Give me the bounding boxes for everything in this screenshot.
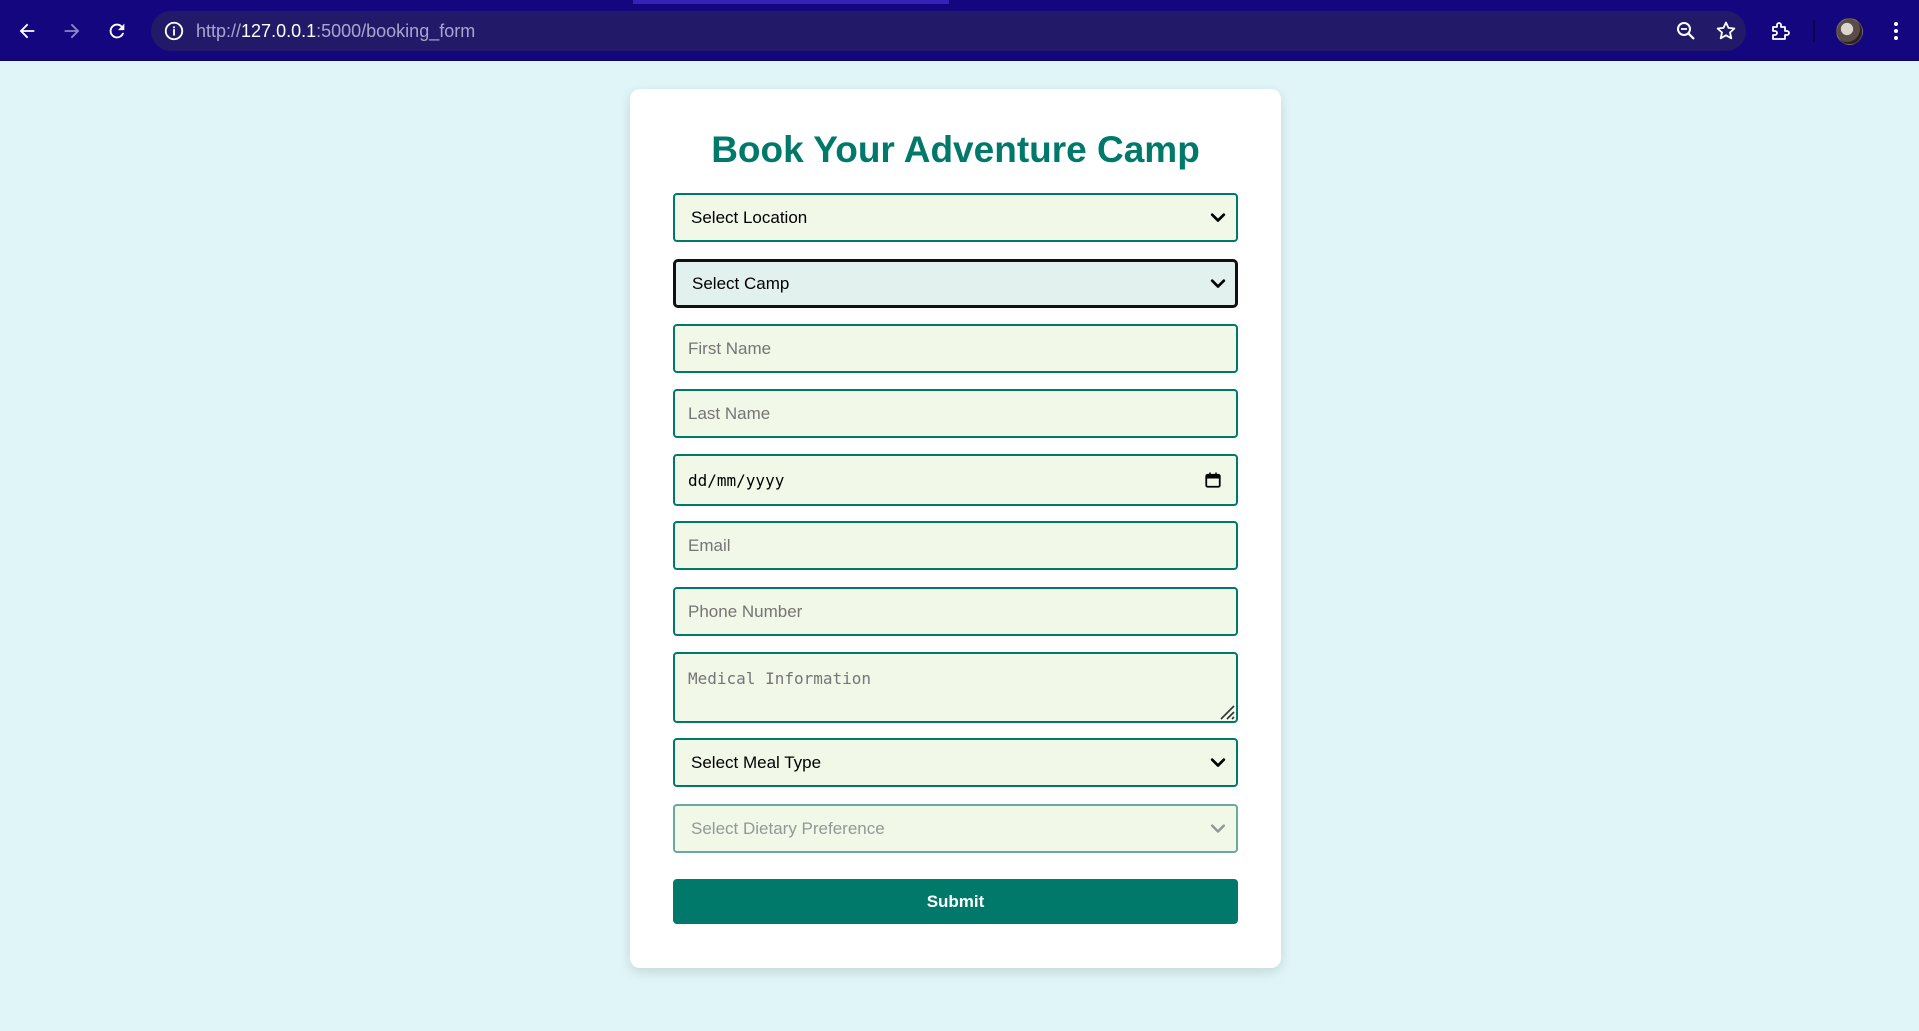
date-input[interactable]: dd/mm/yyyy [673,454,1238,506]
last-name-placeholder: Last Name [688,403,771,423]
date-placeholder: dd/mm/yyyy [688,470,785,490]
site-info-icon[interactable] [163,20,185,42]
url-path: :5000/booking_form [316,21,476,41]
camp-select-value: Select Camp [692,273,790,293]
browser-toolbar: http://127.0.0.1:5000/booking_form [0,0,1919,61]
first-name-input[interactable]: First Name [673,324,1238,373]
chevron-down-icon [1210,279,1226,288]
extensions-icon[interactable] [1769,19,1793,43]
back-arrow-icon [19,23,35,39]
url-scheme: http:// [196,21,242,41]
resize-handle-icon[interactable] [1219,704,1235,720]
url-host: 127.0.0.1 [241,21,317,41]
first-name-placeholder: First Name [688,338,772,358]
bookmark-star-icon[interactable] [1714,19,1738,43]
camp-select[interactable]: Select Camp [673,259,1238,308]
reload-button[interactable] [101,15,133,47]
forward-button[interactable] [56,15,88,47]
dietary-preference-select[interactable]: Select Dietary Preference [673,804,1238,853]
url-text[interactable]: http://127.0.0.1:5000/booking_form [196,21,475,42]
booking-form-card: Book Your Adventure Camp Select Location… [630,89,1281,968]
kebab-menu-icon[interactable] [1884,19,1908,43]
calendar-icon[interactable] [1204,471,1222,489]
forward-arrow-icon [64,23,80,39]
back-button[interactable] [11,15,43,47]
email-input[interactable]: Email [673,521,1238,570]
chevron-down-icon [1210,213,1226,222]
meal-type-select[interactable]: Select Meal Type [673,738,1238,787]
chevron-down-icon [1210,824,1226,833]
toolbar-divider [1813,20,1815,42]
email-placeholder: Email [688,535,731,555]
dietary-preference-select-value: Select Dietary Preference [691,818,885,838]
submit-button[interactable]: Submit [673,879,1238,924]
phone-input[interactable]: Phone Number [673,587,1238,636]
reload-icon [109,23,125,39]
last-name-input[interactable]: Last Name [673,389,1238,438]
form-title: Book Your Adventure Camp [711,129,1200,170]
meal-type-select-value: Select Meal Type [691,752,822,772]
location-select[interactable]: Select Location [673,193,1238,242]
address-bar[interactable]: http://127.0.0.1:5000/booking_form [151,11,1746,51]
zoom-icon[interactable] [1674,19,1698,43]
profile-avatar[interactable] [1836,18,1863,45]
phone-placeholder: Phone Number [688,601,803,621]
location-select-value: Select Location [691,207,808,227]
tab-strip-indicator [633,0,949,4]
medical-info-placeholder: Medical Information [688,669,872,688]
chevron-down-icon [1210,758,1226,767]
medical-info-textarea[interactable]: Medical Information [673,652,1238,723]
